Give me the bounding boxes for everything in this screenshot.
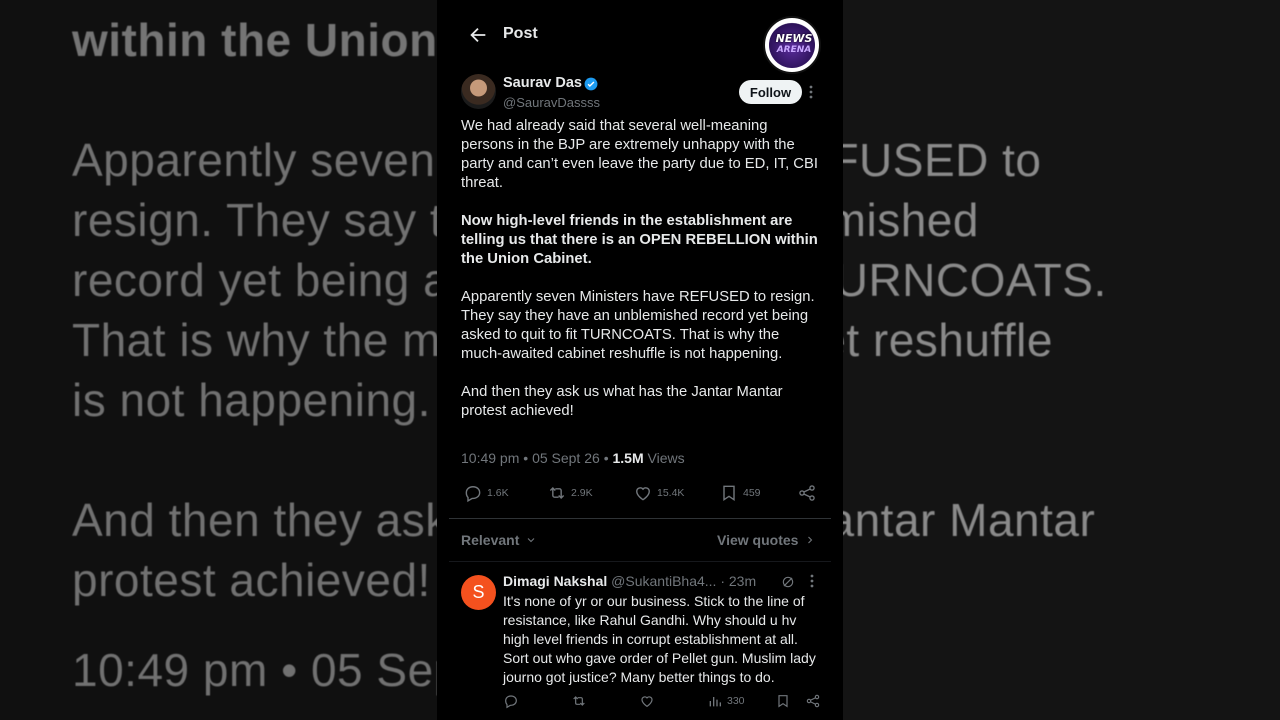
follow-button[interactable]: Follow: [739, 80, 802, 104]
tweet-paragraph: And then they ask us what has the Jantar…: [461, 384, 783, 419]
reply-count: 1.6K: [487, 487, 509, 499]
bg-shade: [0, 0, 440, 720]
logo-text-arena: ARENA: [776, 45, 812, 55]
news-arena-logo: NEWS ARENA: [763, 16, 821, 74]
heart-icon: [636, 487, 650, 501]
reply-icon: [465, 486, 481, 503]
tweet-paragraph: Apparently seven Ministers have REFUSED …: [461, 289, 815, 362]
tweet-actions: 1.6K 2.9K 15.4K 459: [461, 482, 821, 504]
bookmark-button[interactable]: [775, 692, 791, 710]
like-button[interactable]: 15.4K: [633, 482, 684, 504]
tweet-time[interactable]: 10:49 pm: [461, 450, 519, 466]
reply-header: Dimagi Nakshal @SukantiBha4... · 23m: [503, 573, 823, 589]
meta-separator: •: [523, 450, 533, 466]
bookmark-count: 459: [743, 487, 761, 499]
reply-author-handle[interactable]: @SukantiBha4...: [611, 573, 716, 589]
repost-icon: [549, 486, 565, 500]
repost-button[interactable]: 2.9K: [547, 482, 593, 504]
heart-icon: [641, 696, 653, 708]
logo-text-news: NEWS: [775, 32, 813, 45]
page-title: Post: [503, 25, 538, 42]
author-name[interactable]: Saurav Das: [503, 75, 582, 91]
share-button[interactable]: [805, 692, 821, 710]
avatar[interactable]: [461, 74, 496, 109]
views-count: 1.5M: [612, 450, 644, 466]
view-quotes-label: View quotes: [717, 532, 799, 548]
post-panel: Post NEWS ARENA Saurav Das @SauravDassss…: [437, 0, 843, 720]
reply-button[interactable]: [503, 692, 519, 710]
reply-time[interactable]: 23m: [729, 573, 756, 589]
repost-icon: [573, 696, 585, 706]
tweet-paragraph: Now high-level friends in the establishm…: [461, 213, 818, 267]
tweet-body: We had already said that several well-me…: [461, 117, 823, 440]
tweet-meta: 10:49 pm • 05 Sept 26 • 1.5M Views: [461, 450, 685, 466]
tweet-author: Saurav Das @SauravDassss Follow: [461, 74, 831, 114]
meta-separator: ·: [720, 573, 729, 589]
more-options-icon[interactable]: [809, 573, 815, 592]
reply-views-count: 330: [727, 695, 745, 707]
repost-count: 2.9K: [571, 487, 593, 499]
author-handle[interactable]: @SauravDassss: [503, 95, 600, 110]
views-button[interactable]: 330: [707, 692, 745, 710]
view-quotes-link[interactable]: View quotes: [717, 532, 816, 548]
verified-badge-icon: [584, 77, 598, 91]
share-button[interactable]: [797, 482, 817, 504]
tweet-paragraph: We had already said that several well-me…: [461, 118, 818, 191]
bookmark-icon: [723, 485, 735, 501]
sort-label: Relevant: [461, 532, 520, 548]
chevron-down-icon: [527, 538, 535, 543]
share-icon: [806, 694, 820, 708]
repost-button[interactable]: [571, 692, 587, 710]
chevron-right-icon: [808, 536, 813, 544]
back-arrow-icon[interactable]: [467, 24, 489, 46]
like-count: 15.4K: [657, 487, 685, 499]
tweet-date[interactable]: 05 Sept 26: [532, 450, 600, 466]
reply-icon: [505, 695, 517, 709]
analytics-icon: [709, 697, 721, 707]
sort-relevant-dropdown[interactable]: Relevant: [461, 532, 537, 548]
views-label: Views: [647, 450, 685, 466]
reply-author-name[interactable]: Dimagi Nakshal: [503, 573, 607, 589]
divider: [449, 561, 831, 562]
share-icon: [799, 485, 815, 501]
avatar[interactable]: S: [461, 575, 496, 610]
top-bar: Post NEWS ARENA: [437, 0, 843, 74]
grok-icon[interactable]: [781, 575, 795, 589]
bookmark-icon: [778, 695, 788, 708]
like-button[interactable]: [639, 692, 655, 710]
divider: [449, 518, 831, 519]
reply-body: It's none of yr or our business. Stick t…: [503, 593, 816, 685]
reply-button[interactable]: 1.6K: [463, 482, 509, 504]
reply-actions: 330: [503, 692, 827, 710]
more-options-icon[interactable]: [808, 84, 814, 100]
bookmark-button[interactable]: 459: [719, 482, 761, 504]
